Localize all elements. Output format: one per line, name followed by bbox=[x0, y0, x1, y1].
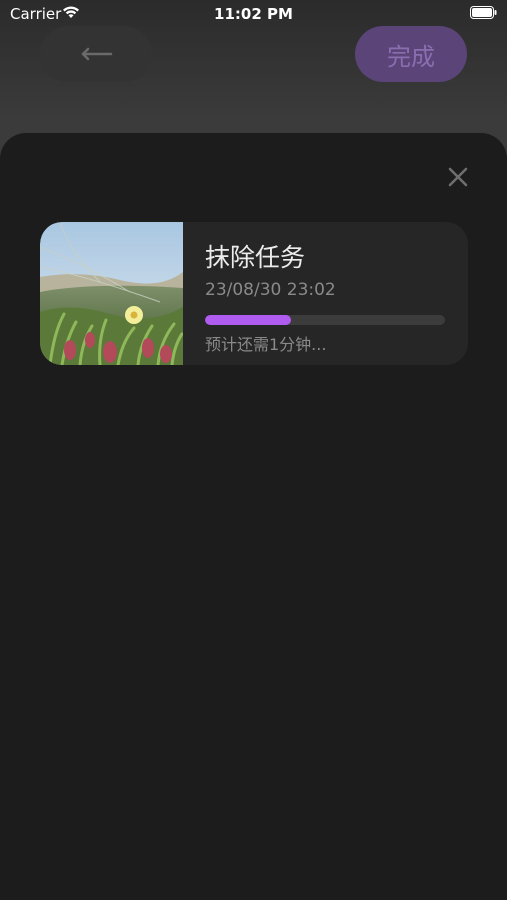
back-button[interactable] bbox=[40, 26, 152, 82]
battery-icon bbox=[470, 6, 497, 19]
status-bar: Carrier 11:02 PM bbox=[0, 0, 507, 28]
task-date: 23/08/30 23:02 bbox=[205, 280, 336, 300]
close-button[interactable] bbox=[441, 160, 475, 194]
task-card[interactable]: 抹除任务 23/08/30 23:02 预计还需1分钟... bbox=[40, 222, 468, 365]
task-thumbnail bbox=[40, 222, 183, 365]
status-time: 11:02 PM bbox=[214, 5, 293, 23]
task-title: 抹除任务 bbox=[205, 243, 306, 272]
done-button[interactable]: 完成 bbox=[355, 26, 467, 82]
progress-fill bbox=[205, 315, 292, 325]
close-icon bbox=[448, 167, 468, 187]
arrow-left-icon bbox=[81, 47, 113, 61]
task-eta: 预计还需1分钟... bbox=[205, 335, 327, 354]
progress-bar bbox=[205, 315, 445, 325]
